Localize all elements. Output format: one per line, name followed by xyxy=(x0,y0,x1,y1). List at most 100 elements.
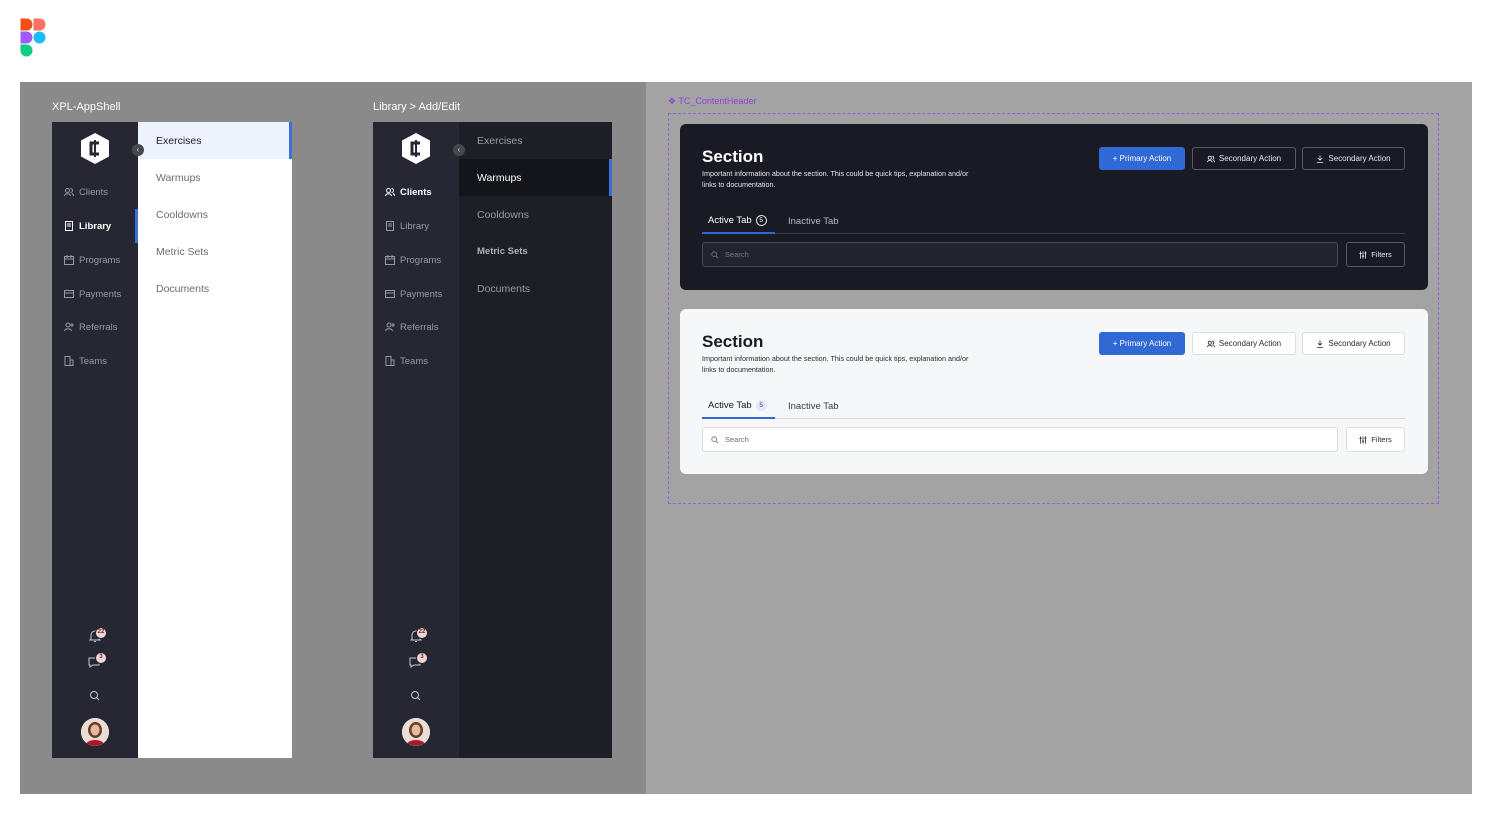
notification-badge: 22 xyxy=(95,627,107,639)
nav-label: Library xyxy=(400,220,430,232)
secondary-action-button[interactable]: Secondary Action xyxy=(1192,332,1296,355)
submenu-label: Exercises xyxy=(477,134,523,147)
tab-inactive[interactable]: Inactive Tab xyxy=(788,394,839,419)
user-avatar[interactable] xyxy=(402,718,430,746)
users-icon xyxy=(1206,155,1215,162)
message-badge: 3 xyxy=(95,652,107,664)
search-icon[interactable] xyxy=(408,688,424,704)
tab-active[interactable]: Active Tab 5 xyxy=(702,394,775,419)
nav-label: Clients xyxy=(400,186,432,198)
nav-item-teams[interactable]: Teams xyxy=(373,344,459,378)
content-header-dark: Section Important information about the … xyxy=(680,124,1428,290)
app-shell-light: Clients Library Programs Payments Referr… xyxy=(52,122,292,758)
submenu-item-warmups[interactable]: Warmups xyxy=(459,159,612,196)
primary-action-button[interactable]: + Primary Action xyxy=(1099,332,1185,355)
nav-label: Referrals xyxy=(79,321,118,333)
secondary-action-button[interactable]: Secondary Action xyxy=(1192,147,1296,170)
nav-item-programs[interactable]: Programs xyxy=(52,243,138,277)
active-indicator xyxy=(609,159,612,196)
nav-label: Clients xyxy=(79,186,109,198)
submenu-item-warmups[interactable]: Warmups xyxy=(138,159,292,196)
nav-item-clients[interactable]: Clients xyxy=(52,175,138,209)
section-title: Section xyxy=(702,332,764,351)
nav-label: Payments xyxy=(400,288,443,300)
nav-item-payments[interactable]: Payments xyxy=(52,277,138,311)
submenu-item-metric-sets[interactable]: Metric Sets xyxy=(138,233,292,270)
filters-button[interactable]: Filters xyxy=(1346,427,1405,452)
download-action-button[interactable]: Secondary Action xyxy=(1302,332,1405,355)
users-icon xyxy=(385,188,395,197)
search-icon[interactable] xyxy=(87,688,103,704)
brand-logo-icon xyxy=(402,133,430,164)
search-input[interactable]: Search xyxy=(702,242,1338,267)
submenu-item-cooldowns[interactable]: Cooldowns xyxy=(459,196,612,233)
tab-bar: Active Tab 5 Inactive Tab xyxy=(702,394,1405,419)
credit-card-icon xyxy=(385,290,395,298)
user-avatar[interactable] xyxy=(81,718,109,746)
book-icon xyxy=(65,221,73,231)
tab-inactive[interactable]: Inactive Tab xyxy=(788,209,839,234)
submenu-item-exercises[interactable]: Exercises xyxy=(138,122,292,159)
user-plus-icon xyxy=(64,322,74,332)
download-action-button[interactable]: Secondary Action xyxy=(1302,147,1405,170)
filters-button[interactable]: Filters xyxy=(1346,242,1405,267)
download-icon xyxy=(1317,154,1324,163)
collapse-chevron-icon[interactable]: ‹ xyxy=(453,144,465,156)
nav-label: Teams xyxy=(79,355,107,367)
message-badge: 3 xyxy=(416,652,428,664)
nav-item-teams[interactable]: Teams xyxy=(52,344,138,378)
users-icon xyxy=(1206,340,1215,347)
building-icon xyxy=(385,356,395,366)
tab-bar: Active Tab 5 Inactive Tab xyxy=(702,209,1405,234)
button-label: + Primary Action xyxy=(1112,339,1172,348)
nav-rail: Clients Library Programs Payments Referr… xyxy=(373,122,459,758)
submenu-label: Documents xyxy=(156,282,210,295)
nav-item-library[interactable]: Library xyxy=(373,209,459,243)
notification-badge: 22 xyxy=(416,627,428,639)
nav-item-clients[interactable]: Clients xyxy=(373,175,459,209)
search-icon xyxy=(711,250,719,258)
submenu-label: Exercises xyxy=(156,134,202,147)
book-icon xyxy=(386,221,394,231)
component-label: ❖ TC_ContentHeader xyxy=(668,96,757,106)
library-submenu: Exercises Warmups Cooldowns Metric Sets … xyxy=(459,122,612,758)
nav-item-referrals[interactable]: Referrals xyxy=(373,310,459,344)
submenu-item-documents[interactable]: Documents xyxy=(459,270,612,307)
nav-label: Programs xyxy=(400,254,442,266)
submenu-label: Metric Sets xyxy=(477,246,528,257)
app-shell-area: XPL-AppShell Library > Add/Edit Clients … xyxy=(20,82,646,794)
search-input[interactable]: Search xyxy=(702,427,1338,452)
figma-logo-icon xyxy=(20,18,46,57)
nav-item-payments[interactable]: Payments xyxy=(373,277,459,311)
submenu-label: Warmups xyxy=(477,171,522,184)
submenu-label: Warmups xyxy=(156,171,201,184)
component-title: TC_ContentHeader xyxy=(678,96,757,106)
primary-action-button[interactable]: + Primary Action xyxy=(1099,147,1185,170)
submenu-label: Metric Sets xyxy=(156,245,209,258)
collapse-chevron-icon[interactable]: ‹ xyxy=(132,144,144,156)
avatar-image xyxy=(402,718,430,746)
tab-count-badge: 5 xyxy=(755,215,767,226)
button-label: Filters xyxy=(1371,435,1392,444)
button-label: Secondary Action xyxy=(1218,154,1282,163)
sliders-icon xyxy=(1359,250,1367,259)
nav-item-programs[interactable]: Programs xyxy=(373,243,459,277)
tab-label: Active Tab xyxy=(708,400,752,411)
button-label: Secondary Action xyxy=(1218,339,1282,348)
submenu-item-documents[interactable]: Documents xyxy=(138,270,292,307)
nav-item-referrals[interactable]: Referrals xyxy=(52,310,138,344)
users-icon xyxy=(64,188,74,197)
tab-label: Inactive Tab xyxy=(788,401,839,412)
tab-label: Inactive Tab xyxy=(788,216,839,227)
content-header-light: Section Important information about the … xyxy=(680,309,1428,474)
nav-label: Programs xyxy=(79,254,121,266)
section-description: Important information about the section.… xyxy=(702,354,969,374)
nav-item-library[interactable]: Library xyxy=(52,209,138,243)
submenu-item-metric-sets[interactable]: Metric Sets xyxy=(459,233,612,270)
tab-active[interactable]: Active Tab 5 xyxy=(702,209,775,234)
submenu-item-exercises[interactable]: Exercises xyxy=(459,122,612,159)
submenu-item-cooldowns[interactable]: Cooldowns xyxy=(138,196,292,233)
nav-label: Payments xyxy=(79,288,122,300)
tab-count-badge: 5 xyxy=(755,400,767,411)
library-submenu: Exercises Warmups Cooldowns Metric Sets … xyxy=(138,122,292,758)
